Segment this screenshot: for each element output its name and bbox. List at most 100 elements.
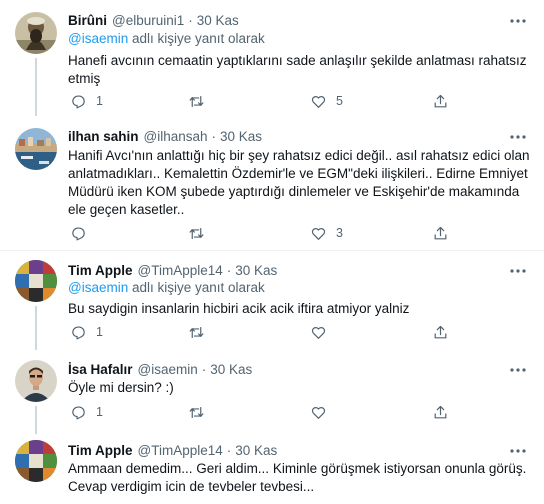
tweet-text: Bu saydigin insanlarin hicbiri acik acik… (68, 301, 410, 316)
tweet-header: İsa Hafalır @isaemin · 30 Kas (68, 359, 252, 379)
separator-dot: · (226, 262, 232, 278)
user-handle[interactable]: @TimApple14 (138, 263, 223, 278)
more-button[interactable] (508, 362, 528, 378)
conversation-feed: Birûni @elburuini1 · 30 Kas @isaemin adl… (0, 0, 544, 504)
timestamp[interactable]: 30 Kas (210, 362, 252, 377)
share-button[interactable] (432, 401, 449, 423)
tweet[interactable]: Birûni @elburuini1 · 30 Kas @isaemin adl… (0, 0, 544, 116)
avatar[interactable] (15, 360, 57, 402)
share-icon (434, 325, 447, 338)
like-button[interactable]: 3 (310, 222, 343, 244)
retweet-button[interactable] (188, 222, 214, 244)
timestamp[interactable]: 30 Kas (235, 263, 277, 278)
retweet-button[interactable] (188, 401, 214, 423)
reply-icon (72, 405, 85, 419)
user-handle[interactable]: @elburuini1 (112, 13, 184, 28)
tweet-header: Tim Apple @TimApple14 · 30 Kas (68, 440, 277, 460)
timestamp[interactable]: 30 Kas (235, 443, 277, 458)
avatar[interactable] (15, 440, 57, 482)
harbor-landscape (15, 128, 57, 170)
display-name[interactable]: Tim Apple (68, 443, 133, 458)
tweet-text: Hanefi avcının cemaatin yaptıklarını sad… (68, 53, 527, 86)
retweet-icon (189, 406, 204, 418)
reply-count: 1 (96, 405, 103, 419)
bearded-man-portrait (15, 12, 57, 54)
like-button[interactable]: 5 (310, 90, 343, 112)
mention-link[interactable]: @isaemin (68, 31, 128, 46)
heart-icon (311, 95, 326, 108)
display-name[interactable]: ilhan sahin (68, 129, 139, 144)
display-name[interactable]: Tim Apple (68, 263, 133, 278)
share-button[interactable] (432, 321, 449, 343)
reply-icon (72, 94, 85, 108)
thread-line (35, 406, 37, 434)
tweet[interactable]: Tim Apple @TimApple14 · 30 Kas Ammaan de… (0, 434, 544, 504)
reply-button[interactable]: 1 (70, 401, 103, 423)
more-button[interactable] (508, 263, 528, 279)
retweet-icon (189, 227, 204, 239)
timestamp[interactable]: 30 Kas (197, 13, 239, 28)
reply-button[interactable]: 1 (70, 90, 103, 112)
more-icon (510, 135, 526, 139)
retweet-icon (189, 95, 204, 107)
user-handle[interactable]: @TimApple14 (138, 443, 223, 458)
more-button[interactable] (508, 13, 528, 29)
tweet-actions: 1 5 (62, 90, 472, 112)
display-name[interactable]: Birûni (68, 13, 107, 28)
share-icon (434, 405, 447, 418)
reply-icon (72, 325, 85, 339)
tweet-actions: 3 (62, 222, 472, 244)
separator-dot: · (226, 442, 232, 458)
tweet-header: Tim Apple @TimApple14 · 30 Kas (68, 260, 277, 280)
replying-to: @isaemin adlı kişiye yanıt olarak (68, 31, 265, 46)
colorful-mosaic (15, 440, 57, 482)
more-icon (510, 19, 526, 23)
tweet[interactable]: Tim Apple @TimApple14 · 30 Kas @isaemin … (0, 251, 544, 350)
mention-link[interactable]: @isaemin (68, 280, 128, 295)
heart-icon (311, 406, 326, 419)
more-icon (510, 449, 526, 453)
tweet-actions: 1 (62, 401, 472, 423)
colorful-mosaic (15, 260, 57, 302)
tweet[interactable]: ilhan sahin @ilhansah · 30 Kas Hanifi Av… (0, 116, 544, 250)
like-count: 5 (336, 94, 343, 108)
reply-count: 1 (96, 94, 103, 108)
tweet-header: ilhan sahin @ilhansah · 30 Kas (68, 126, 262, 146)
more-icon (510, 368, 526, 372)
separator-dot: · (188, 12, 193, 28)
like-button[interactable] (310, 401, 336, 423)
more-icon (510, 269, 526, 273)
reply-button[interactable]: 1 (70, 321, 103, 343)
heart-icon (311, 326, 326, 339)
user-handle[interactable]: @isaemin (138, 362, 198, 377)
replying-label: adlı kişiye yanıt olarak (128, 31, 265, 46)
thread-line (35, 306, 37, 350)
avatar[interactable] (15, 260, 57, 302)
heart-icon (311, 227, 326, 240)
like-count: 3 (336, 226, 343, 240)
tweet-actions: 1 (62, 321, 472, 343)
timestamp[interactable]: 30 Kas (220, 129, 262, 144)
tweet-text: Ammaan demedim... Geri aldim... Kiminle … (68, 461, 527, 494)
retweet-icon (189, 326, 204, 338)
share-button[interactable] (432, 90, 449, 112)
more-button[interactable] (508, 443, 528, 459)
tweet[interactable]: İsa Hafalır @isaemin · 30 Kas Öyle mi de… (0, 350, 544, 434)
tweet-text: Hanifi Avcı'nın anlattığı hiç bir şey ra… (68, 148, 530, 217)
reply-button[interactable] (70, 222, 96, 244)
replying-to: @isaemin adlı kişiye yanıt olarak (68, 280, 265, 295)
share-icon (434, 94, 447, 107)
like-button[interactable] (310, 321, 336, 343)
user-handle[interactable]: @ilhansah (144, 129, 208, 144)
share-button[interactable] (432, 222, 449, 244)
share-icon (434, 226, 447, 239)
tweet-text: Öyle mi dersin? :) (68, 380, 174, 395)
avatar[interactable] (15, 128, 57, 170)
avatar[interactable] (15, 12, 57, 54)
separator-dot: · (211, 128, 217, 144)
more-button[interactable] (508, 129, 528, 145)
replying-label: adlı kişiye yanıt olarak (128, 280, 265, 295)
retweet-button[interactable] (188, 321, 214, 343)
display-name[interactable]: İsa Hafalır (68, 362, 133, 377)
retweet-button[interactable] (188, 90, 214, 112)
